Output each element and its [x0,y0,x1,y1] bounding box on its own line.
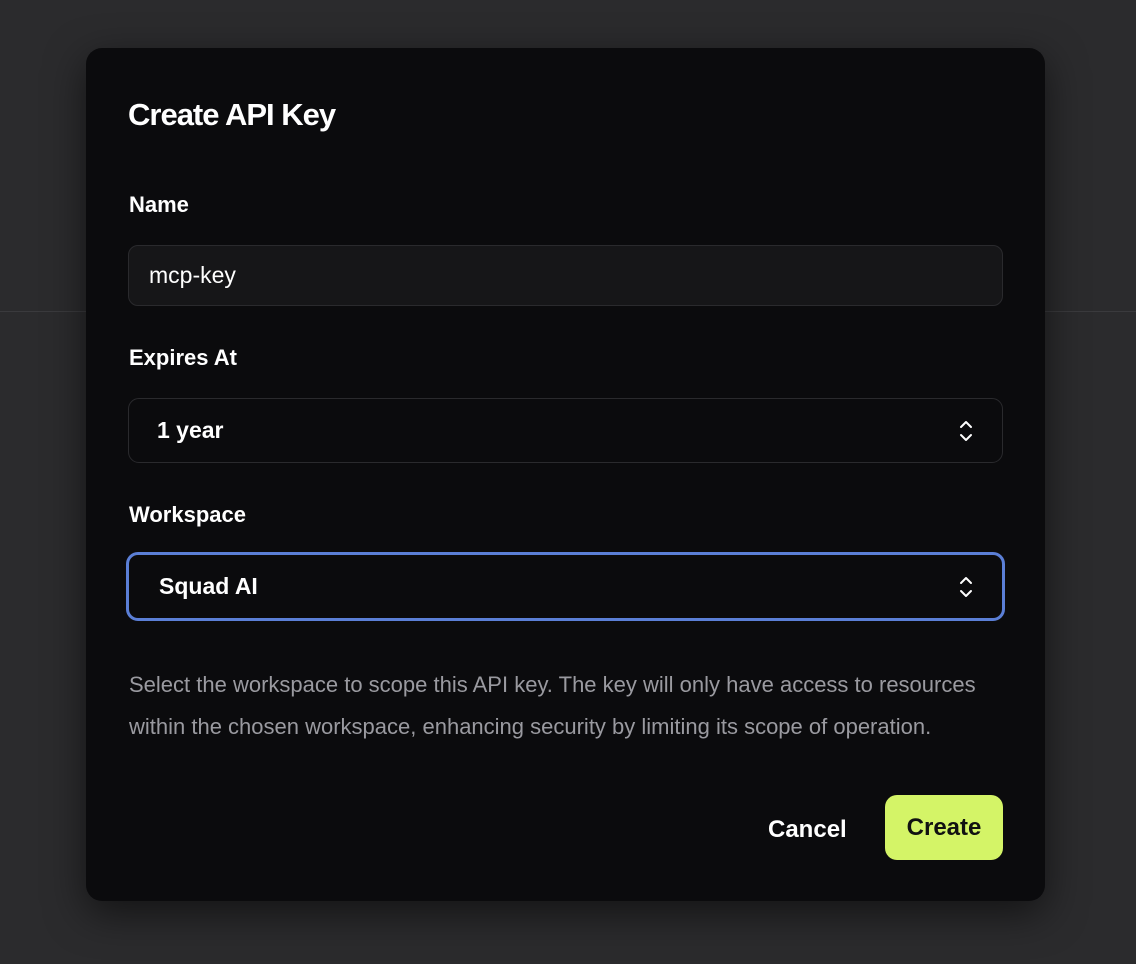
workspace-help-text: Select the workspace to scope this API k… [129,672,976,739]
cancel-button[interactable]: Cancel [750,810,865,850]
chevron-up-down-icon [960,576,972,597]
dialog-title: Create API Key [128,97,336,132]
name-label: Name [129,192,189,217]
workspace-select[interactable]: Squad AI [126,552,1005,621]
expires-at-label: Expires At [129,345,238,370]
create-button[interactable]: Create [885,795,1003,860]
workspace-label: Workspace [129,502,246,527]
expires-at-value: 1 year [157,417,224,443]
workspace-value: Squad AI [159,573,258,599]
chevron-up-down-icon [960,420,972,441]
name-input[interactable] [128,245,1003,306]
expires-at-select[interactable]: 1 year [128,398,1003,463]
create-api-key-dialog: Create API Key Name Expires At 1 year Wo… [86,48,1045,901]
